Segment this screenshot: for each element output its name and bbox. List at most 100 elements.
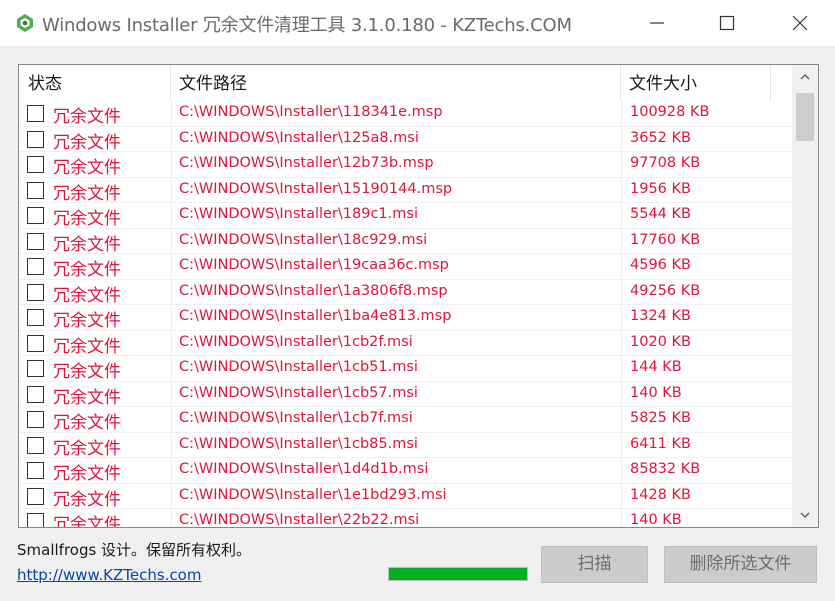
row-checkbox[interactable] <box>27 283 44 301</box>
row-size: 100928 KB <box>630 104 710 120</box>
column-separator <box>171 101 172 127</box>
row-checkbox[interactable] <box>27 513 44 527</box>
row-path: C:\WINDOWS\Installer\1ba4e813.msp <box>179 308 452 324</box>
row-checkbox[interactable] <box>27 411 44 428</box>
row-path: C:\WINDOWS\Installer\1cb2f.msi <box>179 333 413 350</box>
column-separator <box>171 279 172 305</box>
minimize-button[interactable] <box>622 0 692 46</box>
row-status: 冗余文件 <box>53 234 121 255</box>
row-size: 49256 KB <box>630 282 701 299</box>
row-size: 1956 KB <box>630 180 691 197</box>
row-checkbox[interactable] <box>27 487 44 505</box>
row-status: 冗余文件 <box>53 489 121 510</box>
row-path: C:\WINDOWS\Installer\1cb85.msi <box>179 435 418 452</box>
row-size: 1020 KB <box>630 333 691 350</box>
table-row[interactable]: 冗余文件 C:\WINDOWS\Installer\189c1.msi 5544 K… <box>19 203 792 229</box>
scroll-down-button[interactable] <box>792 503 818 527</box>
table-row[interactable]: 冗余文件 C:\WINDOWS\Installer\15190144.msp 195… <box>19 177 792 204</box>
file-list[interactable]: 状态 文件路径 文件大小 冗余文件 C:\WINDOWS\Installer\11… <box>18 64 819 528</box>
column-separator <box>171 381 172 407</box>
row-checkbox[interactable] <box>27 207 44 224</box>
row-checkbox[interactable] <box>27 309 44 326</box>
column-separator <box>621 203 622 229</box>
table-row[interactable]: 冗余文件 C:\WINDOWS\Installer\1e1bd293.msi 142… <box>19 483 792 510</box>
row-status: 冗余文件 <box>53 438 121 459</box>
row-checkbox[interactable] <box>27 258 44 275</box>
column-separator <box>171 254 172 280</box>
table-row[interactable]: 冗余文件 C:\WINDOWS\Installer\1cb57.msi 140 KB <box>19 381 792 408</box>
column-separator <box>621 152 622 178</box>
row-checkbox[interactable] <box>27 334 44 352</box>
table-row[interactable]: 冗余文件 C:\WINDOWS\Installer\1cb2f.msi 1020 K… <box>19 330 792 357</box>
table-row[interactable]: 冗余文件 C:\WINDOWS\Installer\22b22.msi 140 KB <box>19 509 792 528</box>
vertical-scrollbar[interactable] <box>792 65 818 527</box>
row-size: 1428 KB <box>630 486 691 503</box>
row-checkbox[interactable] <box>27 105 44 122</box>
row-size: 85832 KB <box>630 461 701 477</box>
row-path: C:\WINDOWS\Installer\1a3806f8.msp <box>179 282 448 299</box>
column-separator <box>621 126 622 152</box>
row-status: 冗余文件 <box>53 285 121 306</box>
row-path: C:\WINDOWS\Installer\15190144.msp <box>179 180 453 197</box>
title-bar[interactable]: Windows Installer 冗余文件清理工具 3.1.0.180 - K… <box>0 0 835 46</box>
row-path: C:\WINDOWS\Installer\118341e.msp <box>179 104 443 120</box>
row-status: 冗余文件 <box>53 260 121 280</box>
close-icon <box>792 15 808 31</box>
column-header-status[interactable]: 状态 <box>19 65 171 101</box>
row-size: 5544 KB <box>630 206 691 222</box>
row-size: 97708 KB <box>630 155 701 171</box>
row-checkbox[interactable] <box>27 156 44 173</box>
column-header-path[interactable]: 文件路径 <box>171 65 621 101</box>
row-status: 冗余文件 <box>53 387 121 408</box>
table-row[interactable]: 冗余文件 C:\WINDOWS\Installer\1d4d1b.msi 85832… <box>19 458 792 484</box>
scan-button[interactable]: 扫描 <box>541 546 648 583</box>
row-path: C:\WINDOWS\Installer\22b22.msi <box>179 512 420 528</box>
column-separator <box>171 483 172 509</box>
column-separator <box>621 483 622 509</box>
row-status: 冗余文件 <box>53 413 121 433</box>
table-row[interactable]: 冗余文件 C:\WINDOWS\Installer\12b73b.msp 97708… <box>19 152 792 178</box>
table-row[interactable]: 冗余文件 C:\WINDOWS\Installer\1ba4e813.msp 132… <box>19 305 792 331</box>
table-row[interactable]: 冗余文件 C:\WINDOWS\Installer\18c929.msi 17760… <box>19 228 792 255</box>
app-recycle-icon <box>17 14 33 32</box>
row-checkbox[interactable] <box>27 385 44 403</box>
column-separator <box>621 330 622 356</box>
row-path: C:\WINDOWS\Installer\1cb51.msi <box>179 359 418 375</box>
table-row[interactable]: 冗余文件 C:\WINDOWS\Installer\1cb51.msi 144 KB <box>19 356 792 382</box>
scroll-up-button[interactable] <box>792 65 818 89</box>
window-title: Windows Installer 冗余文件清理工具 3.1.0.180 - K… <box>42 15 572 36</box>
table-row[interactable]: 冗余文件 C:\WINDOWS\Installer\1a3806f8.msp 492… <box>19 279 792 306</box>
delete-selected-button[interactable]: 删除所选文件 <box>664 546 817 583</box>
table-row[interactable]: 冗余文件 C:\WINDOWS\Installer\19caa36c.msp 459… <box>19 254 792 280</box>
row-checkbox[interactable] <box>27 181 44 199</box>
row-path: C:\WINDOWS\Installer\1d4d1b.msi <box>179 461 429 477</box>
table-row[interactable]: 冗余文件 C:\WINDOWS\Installer\118341e.msp 1009… <box>19 101 792 127</box>
column-separator <box>171 509 172 527</box>
table-row[interactable]: 冗余文件 C:\WINDOWS\Installer\1cb85.msi 6411 K… <box>19 432 792 459</box>
scroll-down-arrow-icon <box>800 512 810 519</box>
table-row[interactable]: 冗余文件 C:\WINDOWS\Installer\125a8.msi 3652 K… <box>19 126 792 153</box>
row-path: C:\WINDOWS\Installer\189c1.msi <box>179 206 418 222</box>
table-row[interactable]: 冗余文件 C:\WINDOWS\Installer\1cb7f.msi 5825 K… <box>19 407 792 433</box>
row-checkbox[interactable] <box>27 360 44 377</box>
row-checkbox[interactable] <box>27 130 44 148</box>
list-rows: 冗余文件 C:\WINDOWS\Installer\118341e.msp 1009… <box>19 101 792 528</box>
row-path: C:\WINDOWS\Installer\1e1bd293.msi <box>179 486 447 503</box>
row-status: 冗余文件 <box>53 107 121 127</box>
row-path: C:\WINDOWS\Installer\125a8.msi <box>179 129 419 146</box>
column-separator <box>621 228 622 254</box>
scroll-thumb[interactable] <box>796 93 814 141</box>
close-button[interactable] <box>765 0 835 46</box>
maximize-button[interactable] <box>692 0 762 46</box>
row-size: 17760 KB <box>630 231 701 248</box>
website-link[interactable]: http://www.KZTechs.com <box>17 566 201 584</box>
row-checkbox[interactable] <box>27 462 44 479</box>
row-size: 140 KB <box>630 384 682 401</box>
row-checkbox[interactable] <box>27 232 44 250</box>
row-path: C:\WINDOWS\Installer\1cb57.msi <box>179 384 418 401</box>
row-checkbox[interactable] <box>27 436 44 454</box>
column-header-size[interactable]: 文件大小 <box>621 65 771 101</box>
column-separator <box>621 509 622 527</box>
row-size: 5825 KB <box>630 410 691 426</box>
column-separator <box>621 305 622 331</box>
